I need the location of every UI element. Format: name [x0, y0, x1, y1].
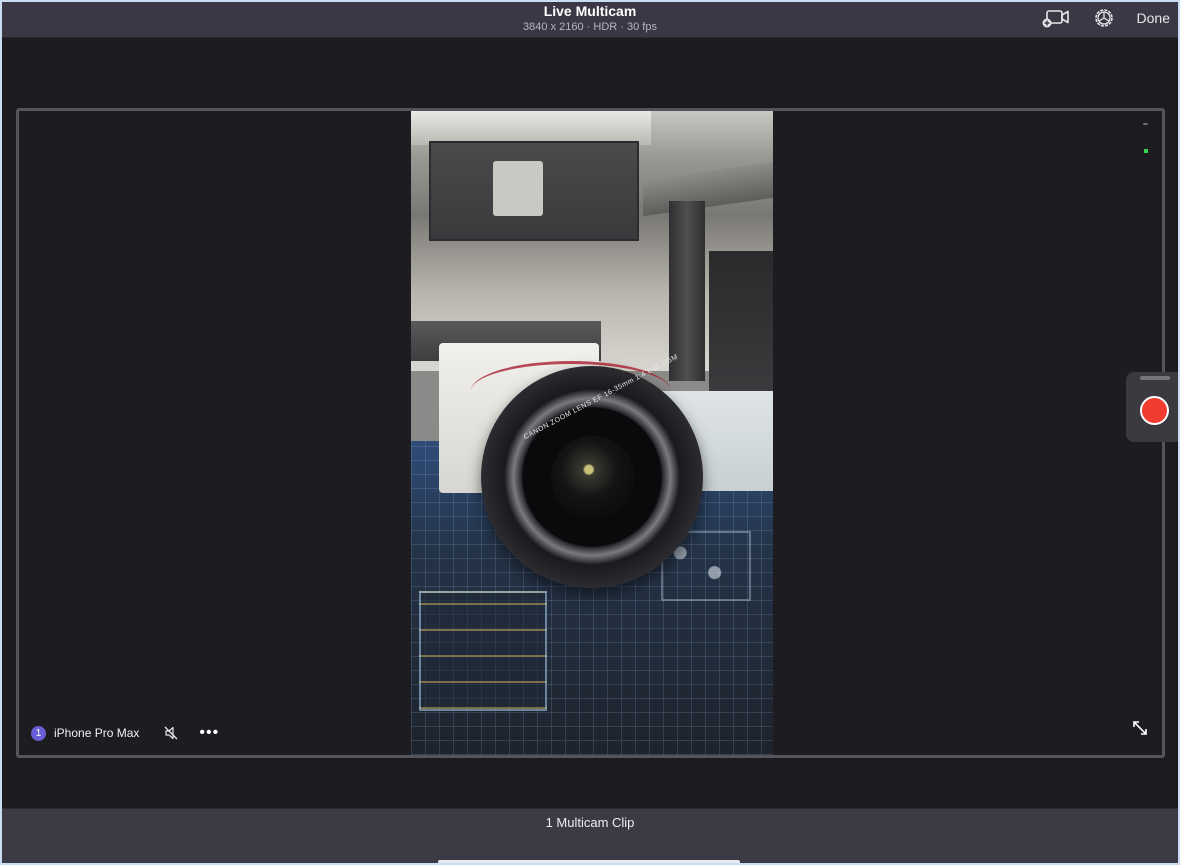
top-actions: Done — [1041, 2, 1170, 34]
video-camera-plus-icon — [1042, 10, 1069, 28]
app-window: Live Multicam 3840 x 2160 · HDR · 30 fps — [2, 2, 1178, 863]
record-button[interactable] — [1140, 396, 1169, 425]
done-button[interactable]: Done — [1137, 10, 1170, 26]
page-title: Live Multicam — [543, 3, 637, 19]
camera-video-feed: CANON ZOOM LENS EF 16-35mm 1:4 L IS USM — [411, 111, 773, 755]
mute-button[interactable] — [163, 725, 179, 741]
record-panel-grip[interactable] — [1140, 376, 1170, 380]
preview-stage: CANON ZOOM LENS EF 16-35mm 1:4 L IS USM … — [2, 38, 1178, 808]
status-indicator — [1144, 149, 1148, 153]
camera-preview-frame[interactable]: CANON ZOOM LENS EF 16-35mm 1:4 L IS USM … — [16, 108, 1165, 758]
bottom-bar: 1 Multicam Clip — [2, 808, 1178, 863]
feed-lens-glass — [551, 436, 635, 520]
signal-indicator — [1143, 123, 1148, 125]
add-camera-button[interactable] — [1041, 7, 1071, 29]
speaker-muted-icon — [164, 726, 178, 740]
feed-rig-top — [411, 111, 651, 145]
more-options-button[interactable]: ••• — [199, 725, 219, 741]
format-subtitle: 3840 x 2160 · HDR · 30 fps — [523, 21, 657, 33]
expand-button[interactable] — [1132, 720, 1148, 741]
gear-icon — [1094, 9, 1113, 27]
feed-right-panel — [709, 251, 773, 391]
record-panel — [1126, 372, 1178, 442]
clip-count-label: 1 Multicam Clip — [545, 815, 635, 830]
settings-button[interactable] — [1093, 7, 1115, 29]
home-indicator[interactable] — [438, 860, 740, 863]
top-bar: Live Multicam 3840 x 2160 · HDR · 30 fps — [2, 2, 1178, 38]
camera-number-badge: 1 — [31, 725, 46, 741]
feed-mat-block — [419, 591, 547, 711]
camera-name: iPhone Pro Max — [54, 726, 140, 740]
expand-arrows-icon — [1133, 721, 1147, 735]
title-group: Live Multicam 3840 x 2160 · HDR · 30 fps — [2, 2, 1178, 34]
camera-label: 1 iPhone Pro Max ••• — [31, 725, 219, 741]
feed-monitor-label — [493, 161, 543, 216]
